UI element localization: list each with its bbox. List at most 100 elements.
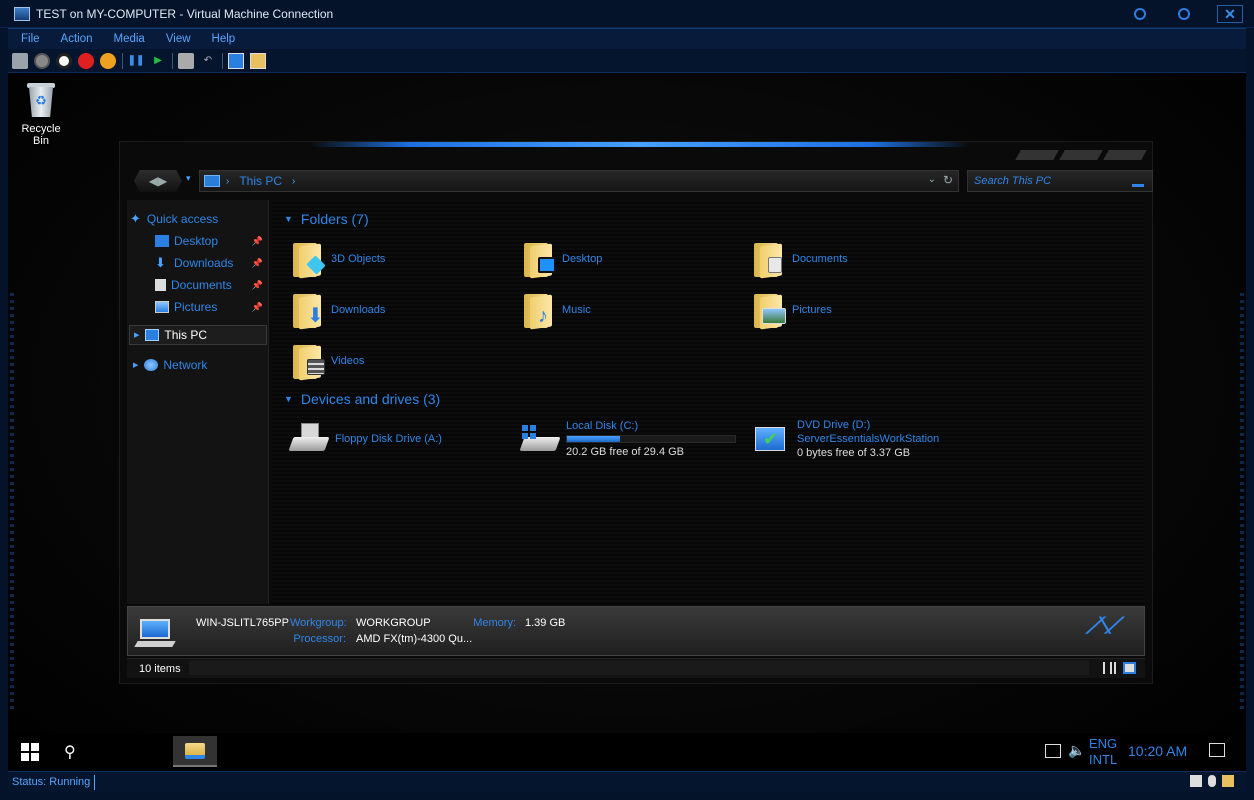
nav-quick-access-label: Quick access — [146, 212, 219, 226]
search-input[interactable] — [974, 175, 1124, 187]
nav-item-label: Pictures — [174, 300, 218, 314]
vm-title-bar: TEST on MY-COMPUTER - Virtual Machine Co… — [0, 0, 1254, 28]
pin-icon[interactable]: 📌 — [252, 236, 263, 247]
language-indicator[interactable]: ENG INTL — [1089, 736, 1117, 768]
chevron-down-icon[interactable]: ⌄ — [928, 174, 936, 185]
back-forward-buttons[interactable]: ◀▶ — [134, 170, 182, 192]
drive-floppy[interactable]: Floppy Disk Drive (A:) — [288, 416, 509, 462]
nav-item-label: Network — [163, 358, 208, 372]
folder-label: 3D Objects — [331, 253, 386, 265]
taskbar-file-explorer[interactable] — [173, 736, 217, 767]
maximize-button[interactable] — [1162, 0, 1206, 28]
window-control-decoration — [1015, 150, 1149, 160]
enhanced-session-button[interactable] — [228, 52, 244, 69]
recent-locations-icon[interactable]: ▾ — [186, 173, 191, 184]
folder-label: Documents — [792, 253, 848, 265]
folder-videos[interactable]: Videos — [291, 338, 511, 384]
processor-value: AMD FX(tm)-4300 Qu... — [356, 633, 473, 645]
search-icon[interactable] — [1132, 183, 1144, 187]
nav-item-network[interactable]: ▶ Network — [129, 355, 267, 375]
notification-icon[interactable] — [1209, 743, 1225, 757]
menu-file[interactable]: File — [13, 33, 48, 45]
menu-view[interactable]: View — [158, 33, 199, 45]
menu-media[interactable]: Media — [106, 33, 153, 45]
search-icon[interactable]: ⚲ — [64, 742, 82, 761]
window-border-left — [0, 28, 8, 792]
vm-connection-icon — [14, 6, 30, 21]
vm-menu-bar: File Action Media View Help — [8, 28, 1246, 49]
devices-group-header[interactable]: ▼ Devices and drives (3) — [284, 390, 440, 408]
nav-item-this-pc[interactable]: ▶ This PC — [129, 325, 267, 345]
pin-icon[interactable]: 📌 — [252, 258, 263, 269]
drive-volume-label: ServerEssentialsWorkStation — [797, 433, 940, 445]
folder-icon — [752, 290, 786, 330]
save-state-button[interactable] — [100, 52, 116, 69]
workgroup-value: WORKGROUP — [356, 617, 431, 629]
download-icon: ⬇ — [155, 255, 166, 270]
large-icons-view-icon[interactable] — [1123, 662, 1136, 674]
address-row: ◀▶ ▾ › This PC › ⌄ ↻ — [130, 170, 1153, 192]
drive-local-c[interactable]: Local Disk (C:) 20.2 GB free of 29.4 GB — [519, 416, 750, 462]
taskbar: ⚲ 🔈 ENG INTL 10:20 AM — [8, 733, 1246, 771]
checkpoint-button[interactable] — [178, 52, 194, 69]
refresh-icon[interactable]: ↻ — [943, 173, 953, 187]
this-pc-icon — [204, 175, 220, 187]
menu-action[interactable]: Action — [53, 33, 101, 45]
nav-item-desktop[interactable]: Desktop 📌 — [155, 231, 267, 251]
mouse-icon — [1208, 775, 1216, 787]
nav-item-pictures[interactable]: Pictures 📌 — [155, 297, 267, 317]
details-view-icon[interactable] — [1103, 662, 1116, 674]
turn-off-button[interactable] — [56, 52, 72, 69]
nav-quick-access[interactable]: ✦ Quick access — [130, 209, 218, 229]
minimize-icon — [1134, 8, 1146, 20]
start-button[interactable] — [34, 52, 50, 69]
nav-item-downloads[interactable]: ⬇ Downloads 📌 — [155, 253, 267, 273]
pin-icon[interactable]: 📌 — [252, 302, 263, 313]
menu-help[interactable]: Help — [204, 33, 244, 45]
share-button[interactable] — [250, 52, 266, 69]
expand-arrow-icon[interactable]: ▶ — [133, 361, 138, 369]
folder-label: Downloads — [331, 304, 386, 316]
network-tray-icon[interactable] — [1045, 744, 1061, 758]
chevron-right-icon[interactable]: › — [226, 176, 229, 187]
folder-pictures[interactable]: Pictures — [752, 287, 972, 333]
recycle-bin-shortcut[interactable]: ♻ Recycle Bin — [12, 81, 70, 147]
pc-name: WIN-JSLITL765PP — [196, 617, 289, 629]
status-bar: 10 items — [127, 658, 1145, 678]
folder-music[interactable]: ♪ Music — [522, 287, 742, 333]
nav-item-label: Downloads — [174, 256, 234, 270]
folder-documents[interactable]: Documents — [752, 236, 972, 282]
minimize-button[interactable] — [1118, 0, 1162, 28]
shut-down-button[interactable] — [78, 52, 94, 69]
star-icon: ✦ — [130, 211, 141, 226]
address-bar[interactable]: › This PC › ⌄ ↻ — [199, 170, 959, 192]
resume-button[interactable]: ▶ — [150, 53, 166, 69]
folder-icon — [752, 239, 786, 279]
address-text[interactable]: This PC — [239, 174, 282, 188]
folder-label: Desktop — [562, 253, 603, 265]
expand-arrow-icon[interactable]: ▶ — [134, 331, 139, 339]
lock-icon — [1222, 775, 1234, 787]
revert-button[interactable]: ↶ — [200, 53, 216, 69]
clock[interactable]: 10:20 AM — [1128, 743, 1187, 759]
chevron-right-icon[interactable]: › — [292, 176, 295, 187]
folder-icon: ♪ — [522, 290, 556, 330]
close-button[interactable]: ✕ — [1206, 0, 1254, 28]
drive-name: Floppy Disk Drive (A:) — [335, 433, 442, 445]
volume-icon[interactable]: 🔈 — [1068, 742, 1085, 759]
window-border-right — [1246, 28, 1254, 792]
ctrl-alt-del-button[interactable] — [12, 52, 28, 69]
folder-downloads[interactable]: ⬇ Downloads — [291, 287, 511, 333]
folder-desktop[interactable]: Desktop — [522, 236, 742, 282]
windows-start-icon[interactable] — [21, 743, 39, 761]
pin-icon[interactable]: 📌 — [252, 280, 263, 291]
search-box — [967, 170, 1153, 192]
nav-item-documents[interactable]: Documents 📌 — [155, 275, 267, 295]
pause-button[interactable]: ❚❚ — [128, 53, 145, 69]
folder-3d-objects[interactable]: 3D Objects — [291, 236, 511, 282]
desktop-icon — [155, 235, 169, 247]
drive-dvd-d[interactable]: ✔ DVD Drive (D:) ServerEssentialsWorkSta… — [751, 416, 981, 462]
network-icon — [144, 359, 159, 371]
guest-desktop: ♻ Recycle Bin ◀▶ ▾ › This PC › ⌄ ↻ Searc… — [8, 73, 1246, 770]
folders-group-header[interactable]: ▼ Folders (7) — [284, 210, 369, 228]
